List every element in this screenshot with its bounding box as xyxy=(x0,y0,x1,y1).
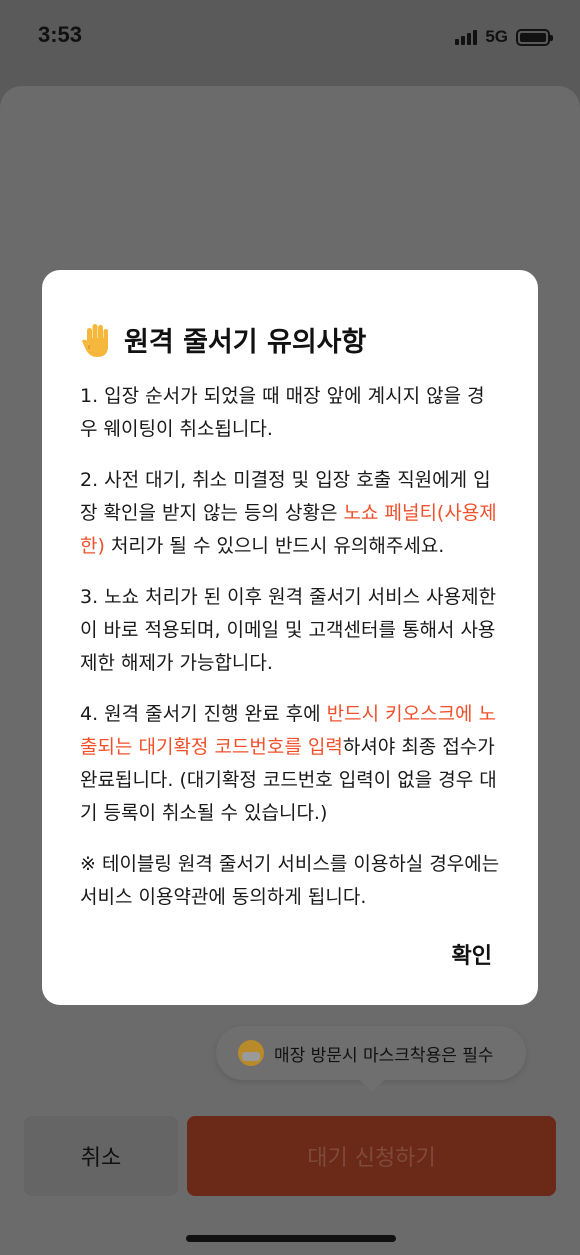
mask-notice-tooltip: 매장 방문시 마스크착용은 필수 xyxy=(216,1026,526,1092)
notice-2-text-end: 처리가 될 수 있으니 반드시 유의해주세요. xyxy=(104,535,445,557)
status-bar: 3:53 5G xyxy=(0,0,580,80)
tooltip-text: 매장 방문시 마스크착용은 필수 xyxy=(274,1045,494,1066)
network-type: 5G xyxy=(485,27,508,46)
status-time: 3:53 xyxy=(38,22,83,47)
notice-5: ※ 테이블링 원격 줄서기 서비스를 이용하실 경우에는 서비스 이용약관에 동… xyxy=(80,853,500,908)
mask-face-icon xyxy=(238,1040,264,1066)
signal-icon xyxy=(455,29,478,45)
notice-2: 2. 사전 대기, 취소 미결정 및 입장 호출 직원에게 입장 확인을 받지 … xyxy=(80,464,500,563)
cancel-button[interactable]: 취소 xyxy=(24,1116,178,1196)
apply-waiting-button[interactable]: 대기 신청하기 xyxy=(187,1116,556,1196)
home-indicator xyxy=(186,1235,396,1242)
modal-header: 원격 줄서기 유의사항 xyxy=(80,320,366,359)
notice-modal: 원격 줄서기 유의사항 1. 입장 순서가 되었을 때 매장 앞에 계시지 않을… xyxy=(42,270,538,1005)
status-indicators: 5G xyxy=(455,26,553,48)
raised-hand-icon xyxy=(82,323,108,357)
notice-3: 3. 노쇼 처리가 된 이후 원격 줄서기 서비스 사용제한이 바로 적용되며,… xyxy=(80,586,497,674)
confirm-button[interactable]: 확인 xyxy=(452,938,492,970)
modal-body: 1. 입장 순서가 되었을 때 매장 앞에 계시지 않을 경우 웨이팅이 취소됩… xyxy=(80,380,500,932)
battery-icon xyxy=(516,28,553,46)
notice-4: 4. 원격 줄서기 진행 완료 후에 반드시 키오스크에 노출되는 대기확정 코… xyxy=(80,698,500,830)
notice-4-text: 4. 원격 줄서기 진행 완료 후에 xyxy=(80,703,327,725)
modal-title: 원격 줄서기 유의사항 xyxy=(124,327,367,358)
notice-1: 1. 입장 순서가 되었을 때 매장 앞에 계시지 않을 경우 웨이팅이 취소됩… xyxy=(80,385,485,440)
